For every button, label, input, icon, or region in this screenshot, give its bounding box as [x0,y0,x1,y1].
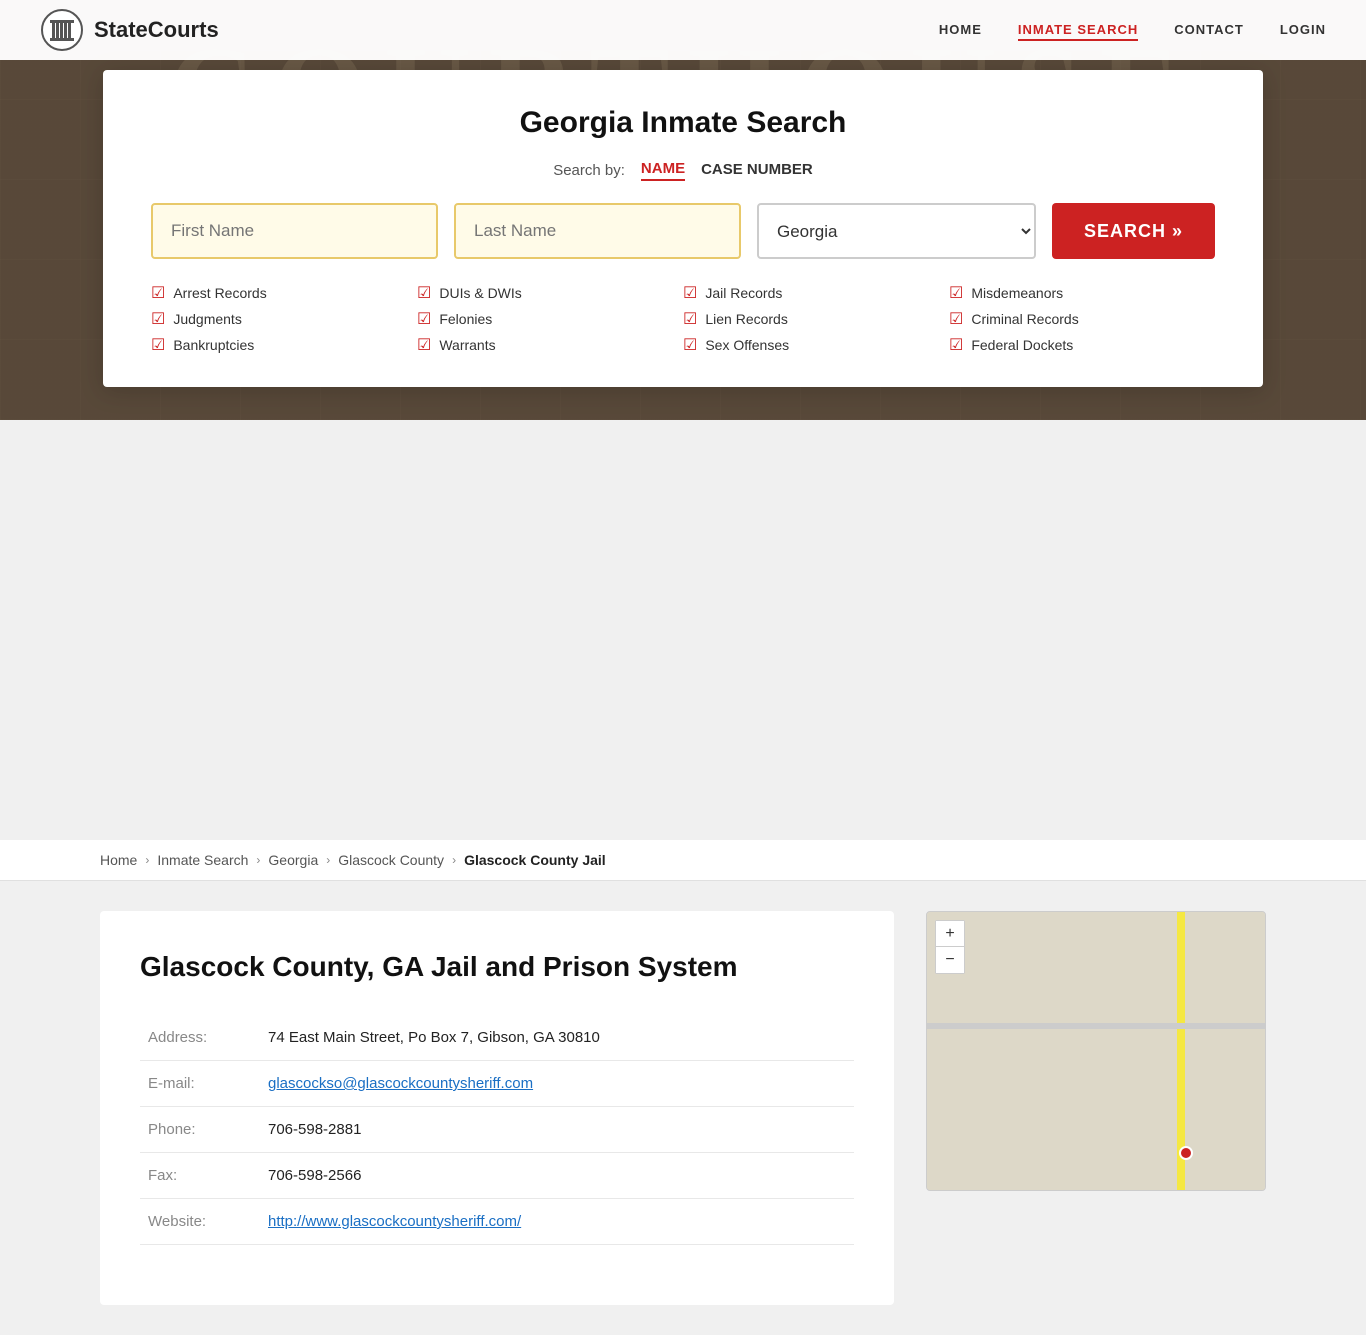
checkbox-label-bankruptcies: Bankruptcies [173,337,254,353]
state-select[interactable]: Georgia [757,203,1036,259]
fax-label: Fax: [140,1153,260,1199]
checkbox-federal-dockets: ☑ Federal Dockets [949,335,1215,355]
tab-case-number[interactable]: CASE NUMBER [701,161,813,180]
checkbox-label-felonies: Felonies [439,311,492,327]
phone-row: Phone: 706-598-2881 [140,1107,854,1153]
checkbox-misdemeanors: ☑ Misdemeanors [949,283,1215,303]
checkbox-label-duis: DUIs & DWIs [439,285,521,301]
map-zoom-controls: + − [935,920,965,974]
address-row: Address: 74 East Main Street, Po Box 7, … [140,1015,854,1061]
checkbox-label-misdemeanors: Misdemeanors [971,285,1063,301]
check-icon-sex: ☑ [683,335,697,355]
website-row: Website: http://www.glascockcountysherif… [140,1199,854,1245]
breadcrumb-inmate-search[interactable]: Inmate Search [157,852,248,868]
checkbox-warrants: ☑ Warrants [417,335,683,355]
email-row: E-mail: glascockso@glascockcountysheriff… [140,1061,854,1107]
check-icon-arrest: ☑ [151,283,165,303]
breadcrumb-sep-2: › [256,853,260,867]
check-icon-criminal: ☑ [949,309,963,329]
address-value: 74 East Main Street, Po Box 7, Gibson, G… [260,1015,854,1061]
map-road-horizontal [927,1023,1265,1029]
checkbox-label-arrest: Arrest Records [173,285,266,301]
email-label: E-mail: [140,1061,260,1107]
phone-label: Phone: [140,1107,260,1153]
map-container: + − [926,911,1266,1191]
last-name-input[interactable] [454,203,741,259]
nav-home[interactable]: HOME [939,22,982,37]
logo-icon [40,8,84,52]
tab-name[interactable]: NAME [641,160,685,181]
breadcrumb-sep-1: › [145,853,149,867]
breadcrumb-georgia[interactable]: Georgia [268,852,318,868]
checkbox-arrest-records: ☑ Arrest Records [151,283,417,303]
map-zoom-out[interactable]: − [936,947,964,973]
breadcrumb-current: Glascock County Jail [464,852,606,868]
facility-title: Glascock County, GA Jail and Prison Syst… [140,951,854,983]
map-background [927,912,1265,1190]
checkbox-criminal-records: ☑ Criminal Records [949,309,1215,329]
search-title: Georgia Inmate Search [151,106,1215,140]
nav-inmate-search[interactable]: INMATE SEARCH [1018,22,1138,41]
nav-contact[interactable]: CONTACT [1174,22,1244,37]
checkbox-label-lien: Lien Records [705,311,788,327]
map-location-dot [1179,1146,1193,1160]
check-icon-duis: ☑ [417,283,431,303]
website-value: http://www.glascockcountysheriff.com/ [260,1199,854,1245]
map-zoom-in[interactable]: + [936,921,964,947]
check-icon-misdemeanors: ☑ [949,283,963,303]
checkbox-label-sex: Sex Offenses [705,337,789,353]
check-icon-bankruptcies: ☑ [151,335,165,355]
checkboxes-grid: ☑ Arrest Records ☑ DUIs & DWIs ☑ Jail Re… [151,283,1215,355]
checkbox-label-jail: Jail Records [705,285,782,301]
fax-value: 706-598-2566 [260,1153,854,1199]
checkbox-sex-offenses: ☑ Sex Offenses [683,335,949,355]
main-content: Glascock County, GA Jail and Prison Syst… [100,911,894,1305]
check-icon-felonies: ☑ [417,309,431,329]
checkbox-bankruptcies: ☑ Bankruptcies [151,335,417,355]
checkbox-felonies: ☑ Felonies [417,309,683,329]
navbar: StateCourts HOME INMATE SEARCH CONTACT L… [0,0,1366,60]
check-icon-federal: ☑ [949,335,963,355]
check-icon-warrants: ☑ [417,335,431,355]
search-by-label: Search by: [553,162,625,179]
breadcrumb-home[interactable]: Home [100,852,137,868]
breadcrumb-glascock-county[interactable]: Glascock County [338,852,444,868]
email-link[interactable]: glascockso@glascockcountysheriff.com [268,1075,533,1092]
search-inputs-row: Georgia SEARCH » [151,203,1215,259]
address-label: Address: [140,1015,260,1061]
breadcrumb: Home › Inmate Search › Georgia › Glascoc… [0,840,1366,881]
first-name-input[interactable] [151,203,438,259]
breadcrumb-sep-3: › [326,853,330,867]
hero-section: COURTHOUSE StateCourts HOME INMATE SEARC… [0,0,1366,420]
check-icon-jail: ☑ [683,283,697,303]
search-button[interactable]: SEARCH » [1052,203,1215,259]
nav-login[interactable]: LOGIN [1280,22,1326,37]
checkbox-label-federal: Federal Dockets [971,337,1073,353]
search-by-row: Search by: NAME CASE NUMBER [151,160,1215,181]
website-label: Website: [140,1199,260,1245]
content-wrapper: Glascock County, GA Jail and Prison Syst… [0,881,1366,1335]
checkbox-judgments: ☑ Judgments [151,309,417,329]
email-value: glascockso@glascockcountysheriff.com [260,1061,854,1107]
checkbox-jail-records: ☑ Jail Records [683,283,949,303]
check-icon-judgments: ☑ [151,309,165,329]
info-table: Address: 74 East Main Street, Po Box 7, … [140,1015,854,1245]
nav-links: HOME INMATE SEARCH CONTACT LOGIN [939,21,1326,39]
brand-name: StateCourts [94,17,219,43]
check-icon-lien: ☑ [683,309,697,329]
breadcrumb-sep-4: › [452,853,456,867]
checkbox-label-warrants: Warrants [439,337,495,353]
brand-link[interactable]: StateCourts [40,8,219,52]
checkbox-lien-records: ☑ Lien Records [683,309,949,329]
fax-row: Fax: 706-598-2566 [140,1153,854,1199]
map-panel: + − [926,911,1266,1305]
search-card: Georgia Inmate Search Search by: NAME CA… [103,70,1263,387]
checkbox-label-criminal: Criminal Records [971,311,1078,327]
website-link[interactable]: http://www.glascockcountysheriff.com/ [268,1213,521,1230]
checkbox-duis: ☑ DUIs & DWIs [417,283,683,303]
checkbox-label-judgments: Judgments [173,311,241,327]
phone-value: 706-598-2881 [260,1107,854,1153]
